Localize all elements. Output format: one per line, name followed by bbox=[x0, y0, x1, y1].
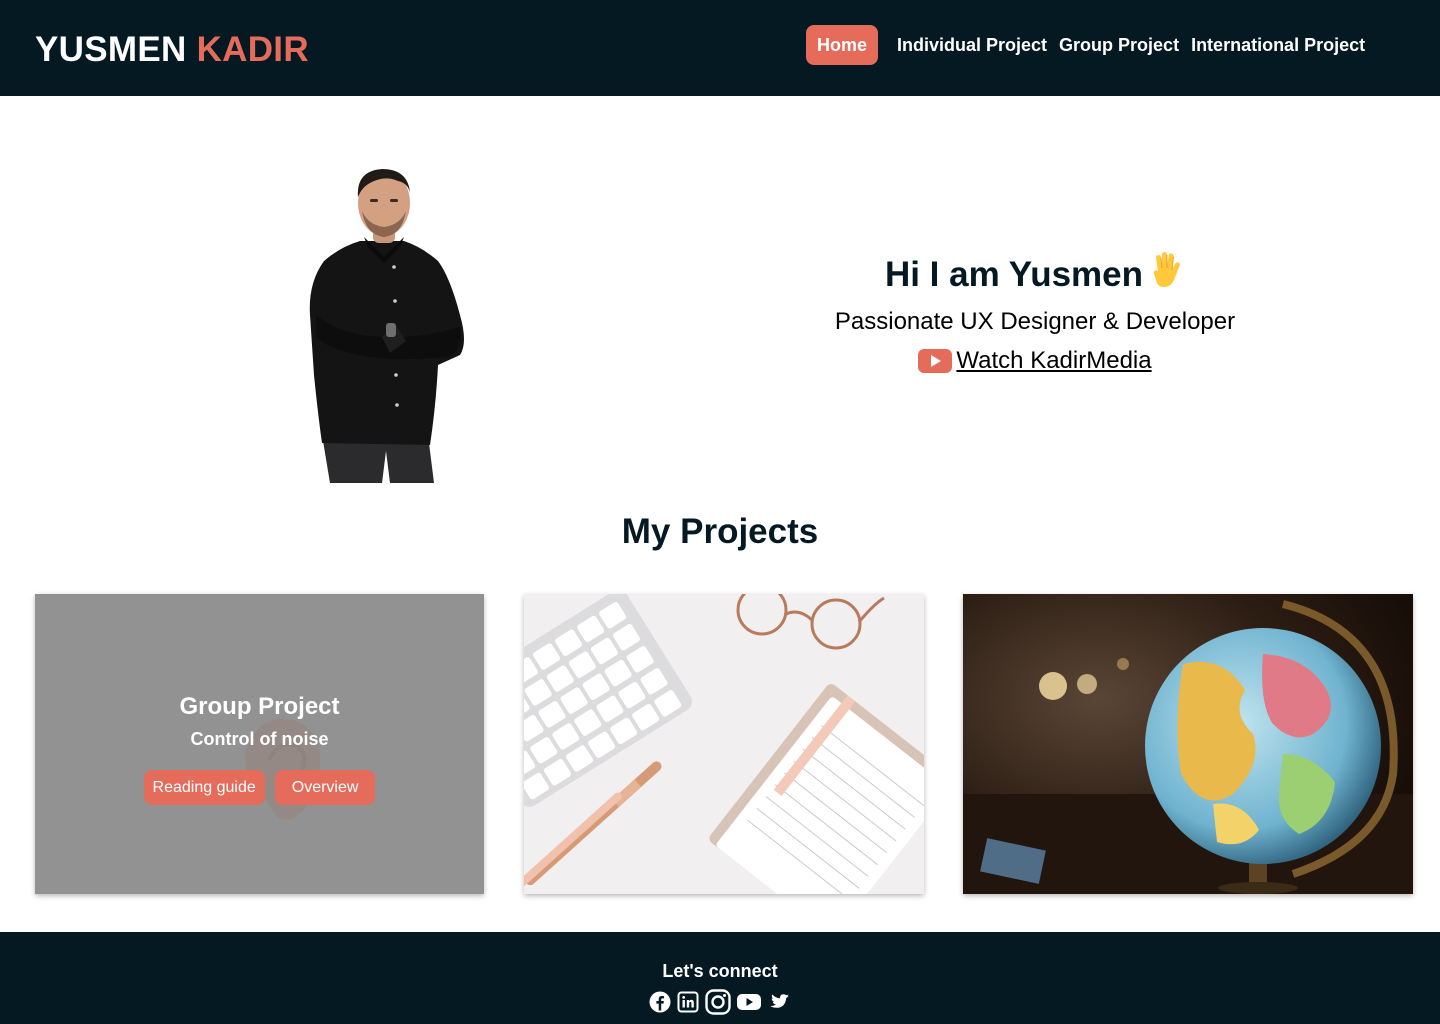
linkedin-icon[interactable] bbox=[676, 990, 700, 1014]
project-card-international[interactable] bbox=[963, 594, 1413, 894]
watch-kadirmedia-label: Watch KadirMedia bbox=[956, 347, 1152, 374]
twitter-icon[interactable] bbox=[766, 990, 792, 1014]
youtube-icon[interactable] bbox=[736, 990, 762, 1014]
project-card-group[interactable]: Group Project Control of noise Reading g… bbox=[35, 594, 484, 894]
site-header: YUSMEN KADIR Home Individual Project Gro… bbox=[0, 0, 1440, 96]
nav-home[interactable]: Home bbox=[806, 25, 879, 65]
site-logo[interactable]: YUSMEN KADIR bbox=[35, 30, 309, 70]
projects-heading: My Projects bbox=[621, 512, 819, 551]
nav-international-project[interactable]: International Project bbox=[1191, 25, 1365, 65]
card-buttons: Reading guide Overview bbox=[35, 770, 484, 805]
footer-title: Let's connect bbox=[662, 961, 778, 981]
card-subtitle: Control of noise bbox=[190, 729, 329, 749]
hero-greeting-text: Hi I am Yusmen bbox=[884, 255, 1144, 294]
logo-last-name: KADIR bbox=[196, 30, 309, 69]
youtube-icon bbox=[918, 349, 953, 373]
reading-guide-button[interactable]: Reading guide bbox=[143, 770, 265, 805]
site-footer: Let's connect bbox=[0, 932, 1440, 1024]
raised-hand-icon bbox=[1145, 250, 1185, 301]
desk-keyboard-notebook-photo bbox=[524, 594, 924, 894]
instagram-icon[interactable] bbox=[704, 988, 732, 1016]
card-title: Group Project bbox=[179, 693, 340, 720]
hero-intro: Hi I am Yusmen Passionate UX Designer & … bbox=[800, 250, 1270, 379]
main-nav: Home Individual Project Group Project In… bbox=[806, 25, 1365, 65]
hero-subtitle: Passionate UX Designer & Developer bbox=[834, 308, 1236, 335]
nav-individual-project[interactable]: Individual Project bbox=[897, 25, 1047, 65]
watch-kadirmedia-link[interactable]: Watch KadirMedia bbox=[918, 346, 1152, 376]
nav-group-project[interactable]: Group Project bbox=[1059, 25, 1179, 65]
hero-greeting: Hi I am Yusmen bbox=[800, 250, 1270, 301]
card-content: Group Project Control of noise Reading g… bbox=[35, 692, 484, 805]
social-links bbox=[0, 988, 1440, 1016]
project-card-individual[interactable] bbox=[524, 594, 924, 894]
facebook-icon[interactable] bbox=[648, 990, 672, 1014]
globe-photo bbox=[963, 594, 1413, 894]
logo-first-name: YUSMEN bbox=[35, 30, 187, 69]
portrait-photo bbox=[309, 169, 464, 483]
overview-button[interactable]: Overview bbox=[274, 770, 376, 805]
